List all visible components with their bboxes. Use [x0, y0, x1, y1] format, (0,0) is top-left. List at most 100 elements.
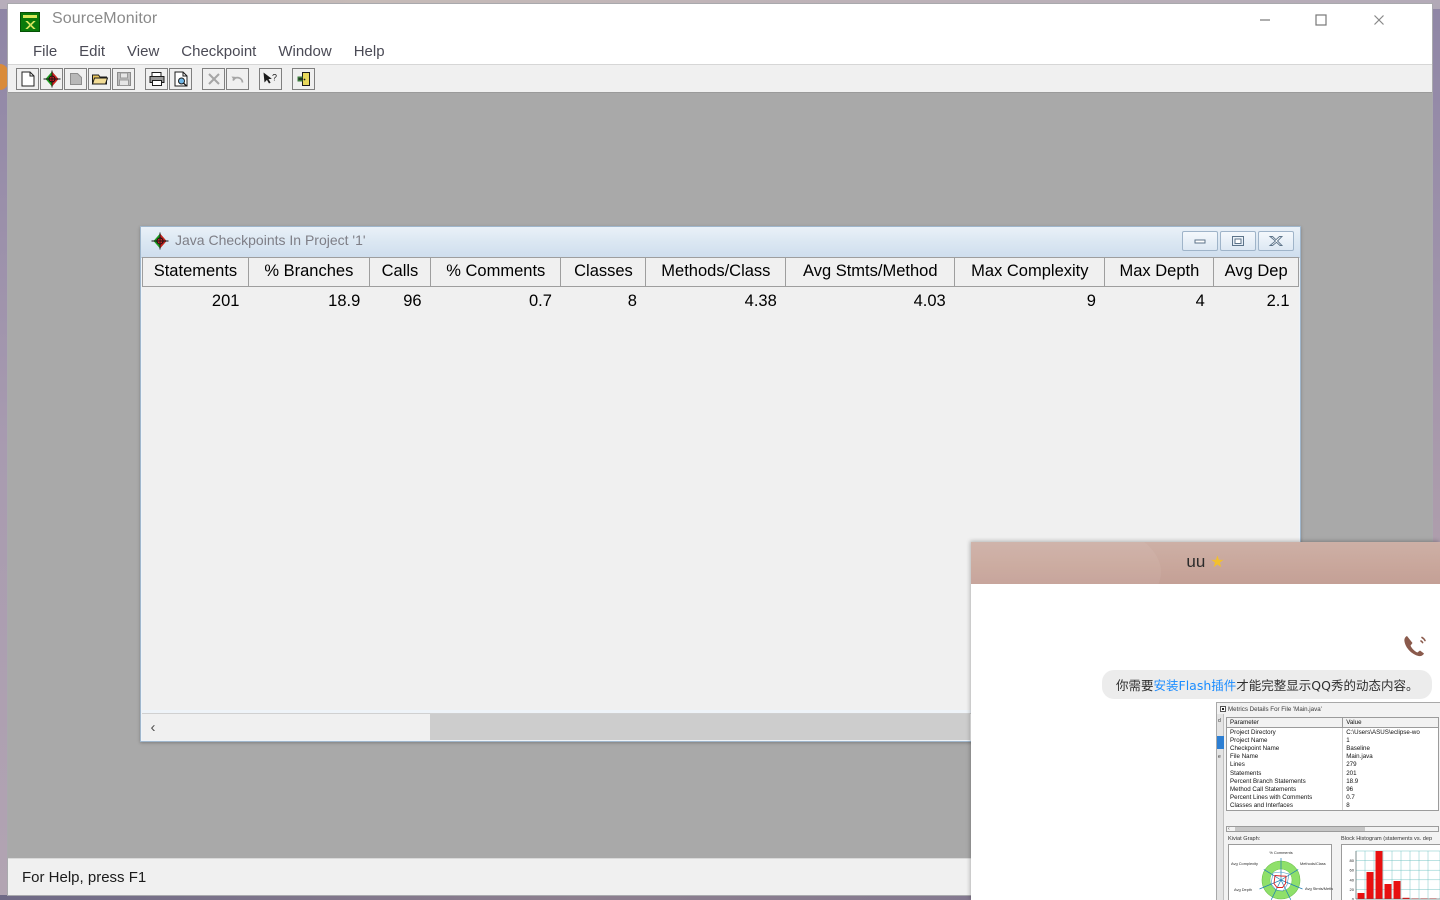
- thumbnail-hscrollbar: ‹: [1226, 826, 1439, 832]
- thumb-value-8: 0.7: [1342, 793, 1438, 802]
- open-project-icon[interactable]: [88, 67, 111, 90]
- thumb-value-2: Baseline: [1342, 744, 1438, 753]
- cell-avg-stmts-method: 4.03: [785, 286, 955, 315]
- thumbnail-metrics-grid: Parameter Value Project Directory C:\User…: [1226, 717, 1439, 811]
- child-window-title: Java Checkpoints In Project '1': [175, 232, 366, 248]
- col-classes[interactable]: Classes: [560, 257, 647, 287]
- thumbnail-side-rail: d e: [1217, 714, 1224, 900]
- thumbnail-row: Percent Lines with Comments 0.7: [1227, 793, 1438, 802]
- undo-icon[interactable]: [226, 67, 249, 90]
- toolbar-separator-4: [283, 68, 292, 90]
- window-maximize-button[interactable]: [1298, 4, 1344, 36]
- qq-contact-name: uu: [1186, 552, 1206, 571]
- thumbnail-row: Checkpoint Name Baseline: [1227, 744, 1438, 753]
- thumbnail-scroll-thumb: [1235, 827, 1365, 831]
- table-row[interactable]: 201 18.9 96 0.7 8 4.38 4.03 9 4 2.1: [142, 286, 1299, 315]
- hist-ytick-60: 60: [1350, 868, 1355, 873]
- save-icon[interactable]: [112, 67, 135, 90]
- scrollbar-thumb[interactable]: [430, 714, 970, 740]
- thumb-value-7: 96: [1342, 785, 1438, 794]
- cell-methods-per-class: 4.38: [645, 286, 786, 315]
- menu-window[interactable]: Window: [267, 41, 342, 62]
- kiviat-label-avg-complexity: Avg Complexity: [1231, 861, 1258, 866]
- desktop-edge-handle: [0, 64, 8, 90]
- col-percent-branches[interactable]: % Branches: [248, 257, 370, 287]
- kiviat-svg: % Comments Methods/Class Avg Stmts/Metho…: [1231, 850, 1337, 900]
- thumb-param-2: Checkpoint Name: [1227, 744, 1343, 753]
- thumb-col-parameter: Parameter: [1227, 718, 1343, 728]
- qq-contact-header: uu ★: [971, 552, 1440, 572]
- qq-message-bubble: 你需要安装Flash插件才能完整显示QQ秀的动态内容。: [1102, 670, 1433, 699]
- new-checkpoint-icon[interactable]: [40, 67, 63, 90]
- thumbnail-row: Lines 279: [1227, 760, 1438, 769]
- col-avg-depth[interactable]: Avg Dep: [1213, 257, 1299, 287]
- thumb-value-4: 279: [1342, 760, 1438, 769]
- menu-file[interactable]: File: [22, 41, 68, 62]
- window-minimize-button[interactable]: [1242, 4, 1288, 36]
- metrics-table: Statements % Branches Calls % Comments C…: [142, 257, 1299, 315]
- cell-statements: 201: [142, 286, 249, 315]
- thumbnail-row: Statements 201: [1227, 768, 1438, 778]
- copy-icon[interactable]: [64, 67, 87, 90]
- kiviat-label-methods-class: Methods/Class: [1300, 861, 1326, 866]
- col-max-complexity[interactable]: Max Complexity: [954, 257, 1106, 287]
- thumbnail-row: Method Call Statements 96: [1227, 785, 1438, 794]
- status-text: For Help, press F1: [22, 868, 147, 886]
- thumb-value-9: 8: [1342, 801, 1438, 810]
- menu-view[interactable]: View: [116, 41, 170, 62]
- help-pointer-icon[interactable]: ?: [259, 67, 282, 90]
- phone-call-icon[interactable]: [1400, 632, 1434, 666]
- thumbnail-row: Project Name 1: [1227, 736, 1438, 745]
- col-avg-stmts-method[interactable]: Avg Stmts/Method: [785, 257, 956, 287]
- child-restore-button[interactable]: [1220, 231, 1256, 251]
- menu-checkpoint[interactable]: Checkpoint: [170, 41, 267, 62]
- thumb-param-1: Project Name: [1227, 736, 1343, 745]
- child-minimize-button[interactable]: [1182, 231, 1218, 251]
- histogram-chart: 0 20 40 60 80 0 1 2 3 4 5 6: [1341, 844, 1440, 900]
- col-percent-comments[interactable]: % Comments: [430, 257, 562, 287]
- thumb-param-0: Project Directory: [1227, 727, 1343, 737]
- col-max-depth[interactable]: Max Depth: [1104, 257, 1215, 287]
- scroll-left-arrow-icon[interactable]: ‹: [142, 714, 164, 740]
- checkpoint-target-icon: [151, 232, 169, 250]
- cell-max-complexity: 9: [954, 286, 1105, 315]
- col-statements[interactable]: Statements: [142, 257, 249, 287]
- rail-glyph-d: d: [1218, 718, 1221, 724]
- exit-icon[interactable]: [292, 67, 315, 90]
- sourcemonitor-icon: [20, 12, 40, 32]
- hist-ytick-0: 0: [1352, 897, 1355, 900]
- kiviat-label-avg-depth: Avg Depth: [1234, 887, 1252, 892]
- qq-star-badge-icon: ★: [1210, 554, 1225, 571]
- thumb-param-3: File Name: [1227, 752, 1343, 761]
- child-titlebar: Java Checkpoints In Project '1': [141, 227, 1300, 258]
- rail-glyph-e: e: [1218, 754, 1221, 760]
- cell-percent-branches: 18.9: [248, 286, 370, 315]
- hist-ytick-40: 40: [1350, 877, 1355, 882]
- print-preview-icon[interactable]: [169, 67, 192, 90]
- table-header-row: Statements % Branches Calls % Comments C…: [142, 257, 1299, 287]
- kiviat-label-avg-stmts: Avg Stmts/Method: [1305, 886, 1333, 891]
- print-icon[interactable]: [145, 67, 168, 90]
- qq-message-link[interactable]: 安装Flash插件: [1154, 678, 1237, 693]
- left-desktop-sliver: [0, 0, 8, 900]
- col-methods-per-class[interactable]: Methods/Class: [645, 257, 787, 287]
- toolbar: ?: [8, 64, 1432, 93]
- thumb-col-value: Value: [1342, 718, 1438, 728]
- window-close-button[interactable]: [1356, 4, 1402, 36]
- thumb-value-6: 18.9: [1342, 777, 1438, 786]
- qq-chat-window: uu ★ 你需要安装Flash插件才能完整显示QQ秀的动态内容。 Metrics …: [971, 542, 1440, 900]
- thumb-value-5: 201: [1342, 768, 1438, 778]
- thumb-value-1: 1: [1342, 736, 1438, 745]
- qq-chat-body: 你需要安装Flash插件才能完整显示QQ秀的动态内容。 Metrics Deta…: [971, 584, 1440, 900]
- hist-ytick-80: 80: [1350, 858, 1355, 863]
- delete-icon[interactable]: [202, 67, 225, 90]
- col-calls[interactable]: Calls: [369, 257, 432, 287]
- toolbar-separator-2: [193, 68, 202, 90]
- menu-help[interactable]: Help: [343, 41, 396, 62]
- cell-percent-comments: 0.7: [430, 286, 561, 315]
- thumb-param-7: Method Call Statements: [1227, 785, 1343, 794]
- new-project-icon[interactable]: [16, 67, 39, 90]
- menu-edit[interactable]: Edit: [68, 41, 116, 62]
- shared-screenshot-thumbnail[interactable]: Metrics Details For File 'Main.java' d e…: [1216, 702, 1440, 900]
- child-close-button[interactable]: [1258, 231, 1294, 251]
